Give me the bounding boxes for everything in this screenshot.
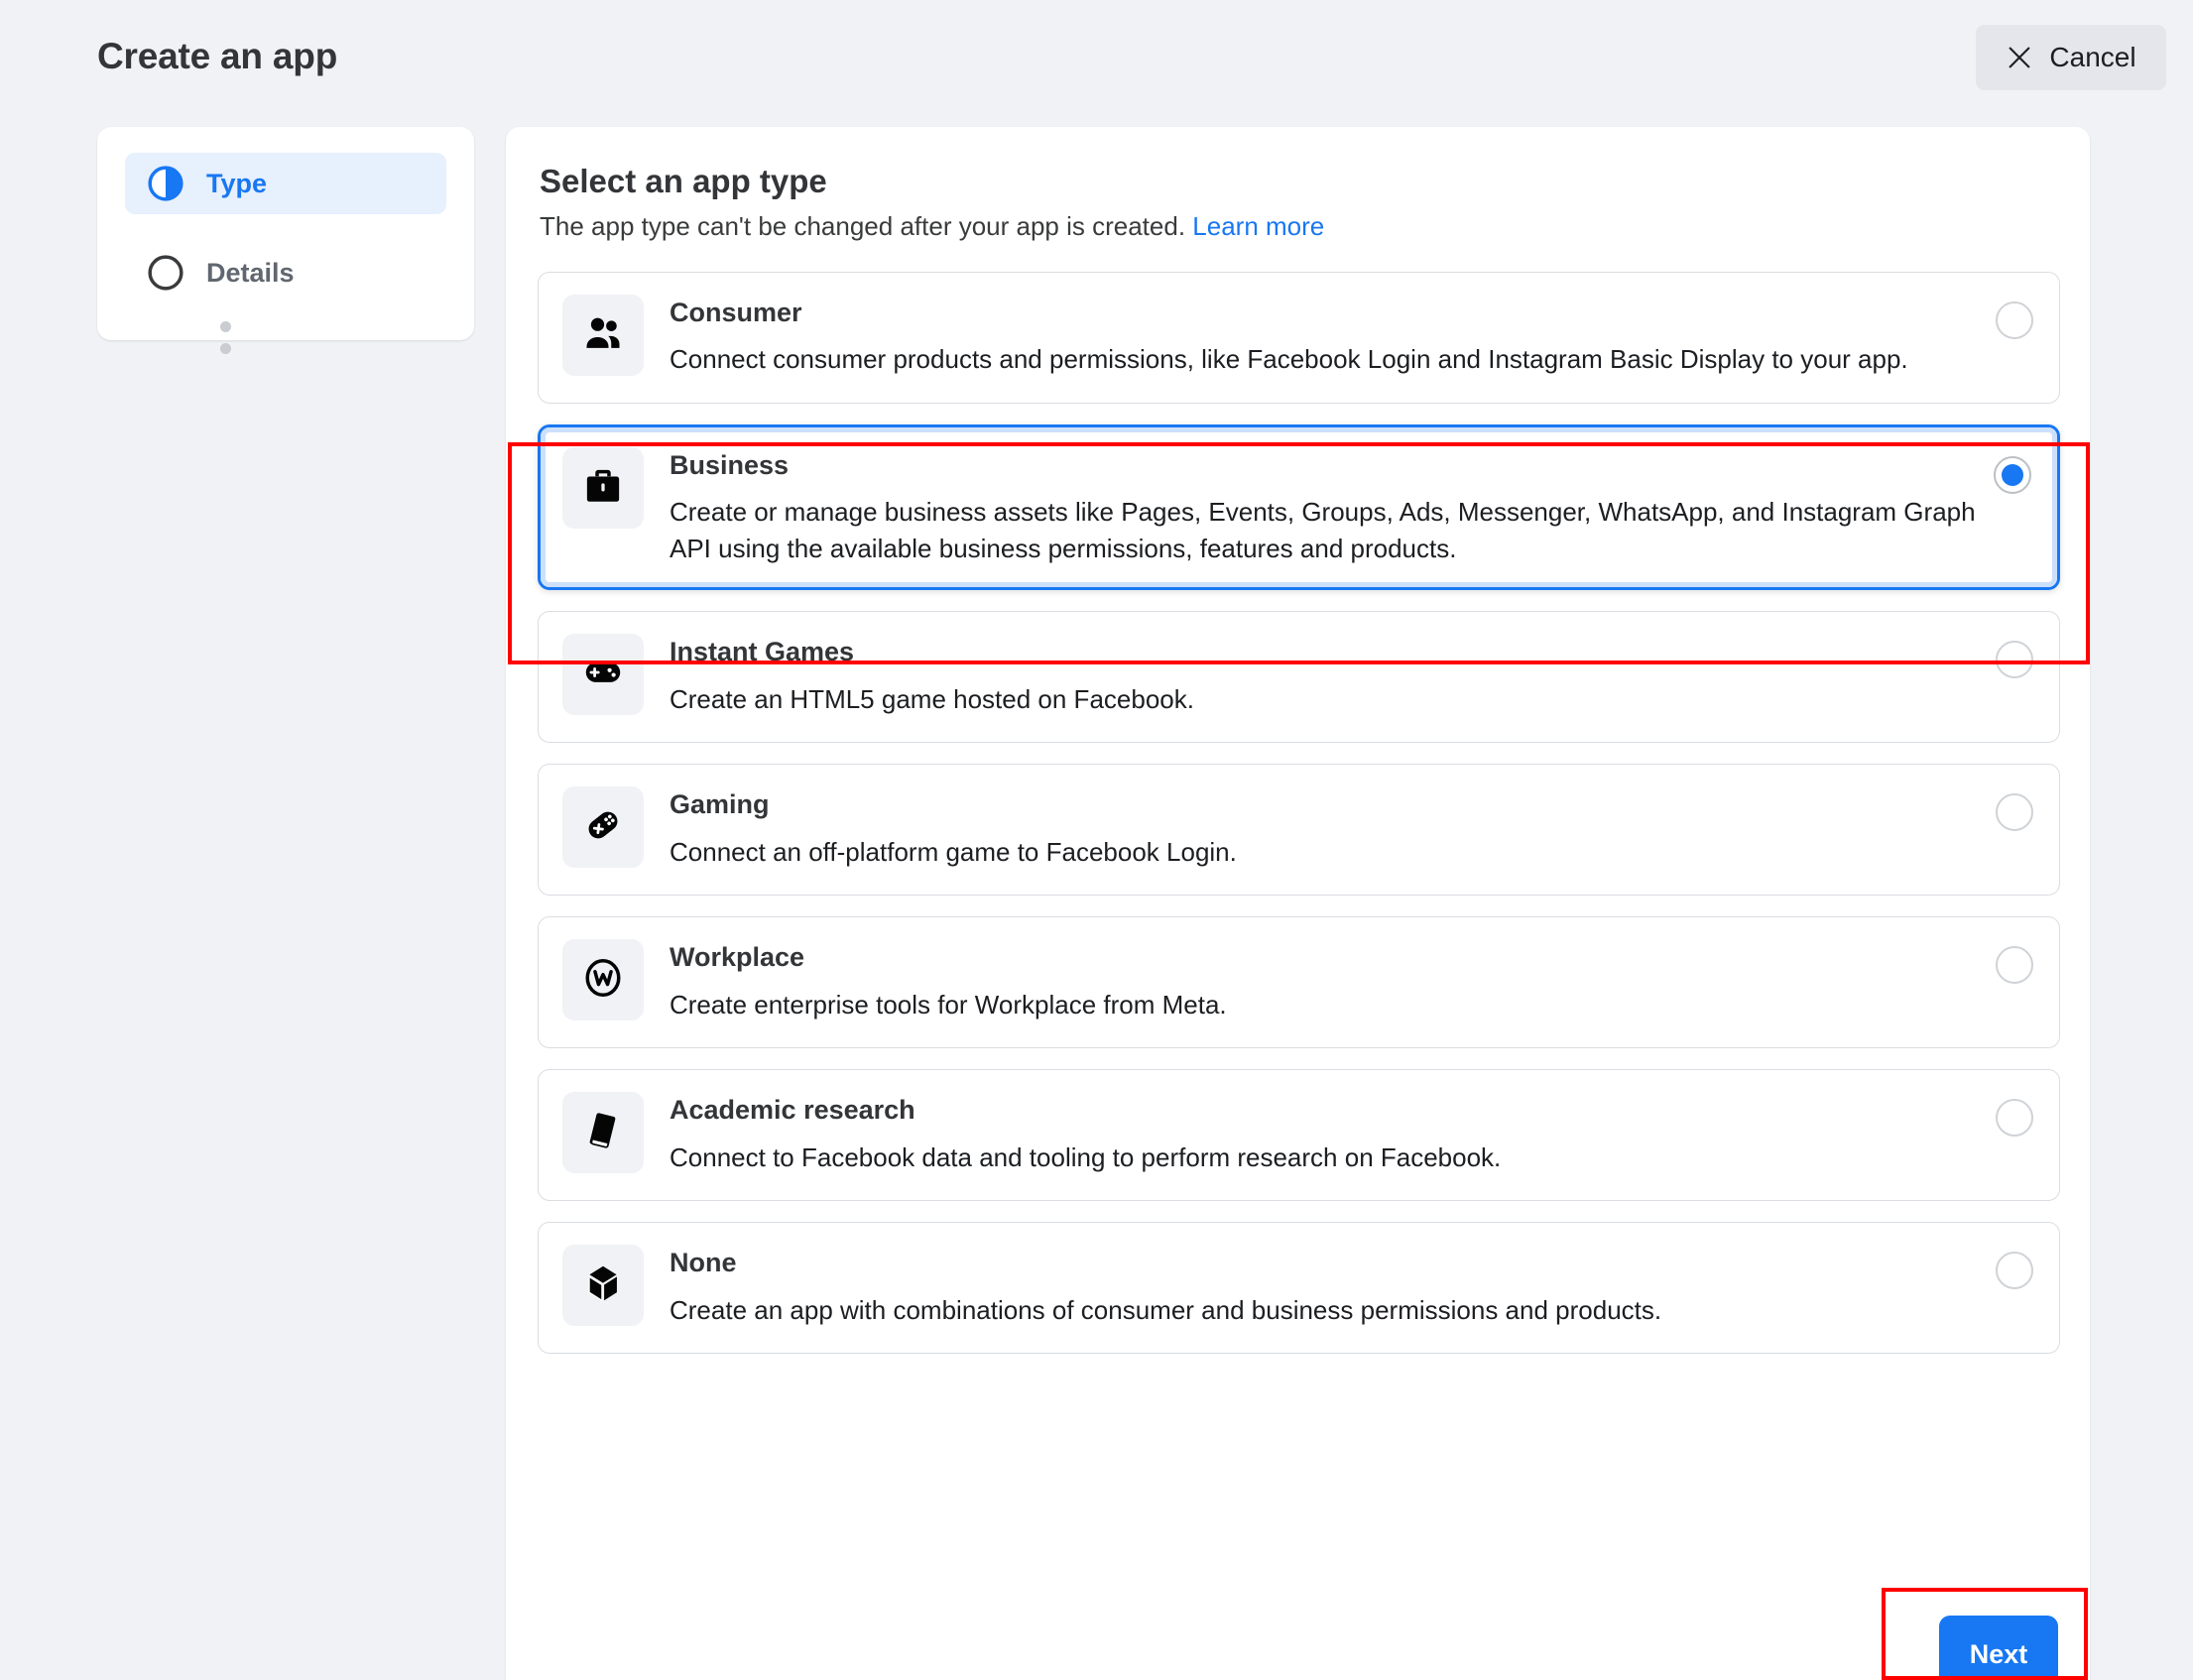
option-thumb: [562, 447, 644, 529]
option-text: Instant Games Create an HTML5 game hoste…: [670, 634, 2035, 717]
option-thumb: [562, 1245, 644, 1326]
option-name: Academic research: [670, 1094, 1976, 1126]
cancel-button-label: Cancel: [2049, 42, 2135, 73]
panel-title: Select an app type: [540, 163, 2058, 200]
empty-circle-icon: [147, 254, 184, 292]
close-icon: [2006, 44, 2033, 71]
next-button[interactable]: Next: [1939, 1616, 2058, 1680]
option-description: Create or manage business assets like Pa…: [670, 494, 1976, 567]
panel-footer: Next: [1939, 1595, 2058, 1680]
app-type-option-list: Consumer Connect consumer products and p…: [538, 272, 2058, 1354]
option-description: Create an HTML5 game hosted on Facebook.: [670, 681, 1976, 718]
page-title: Create an app: [97, 36, 337, 77]
option-row-none[interactable]: None Create an app with combinations of …: [538, 1222, 2060, 1354]
panel-subtitle-text: The app type can't be changed after your…: [540, 211, 1185, 241]
stepper-item-details-label: Details: [206, 258, 295, 289]
half-circle-icon: [147, 165, 184, 202]
option-radio-consumer[interactable]: [1996, 301, 2033, 339]
option-description: Connect an off-platform game to Facebook…: [670, 834, 1976, 871]
book-icon: [581, 1109, 625, 1157]
option-radio-gaming[interactable]: [1996, 793, 2033, 831]
stepper-item-type-label: Type: [206, 169, 267, 199]
option-text: Business Create or manage business asset…: [670, 447, 2035, 567]
option-thumb: [562, 634, 644, 715]
option-radio-workplace[interactable]: [1996, 946, 2033, 984]
option-radio-instant-games[interactable]: [1996, 641, 2033, 678]
option-description: Connect to Facebook data and tooling to …: [670, 1140, 1976, 1176]
option-name: Workplace: [670, 941, 1976, 973]
option-row-instant-games[interactable]: Instant Games Create an HTML5 game hoste…: [538, 611, 2060, 743]
app-type-panel: Select an app type The app type can't be…: [506, 127, 2090, 1680]
option-thumb: [562, 939, 644, 1020]
gamepad-icon: [581, 651, 625, 699]
option-text: Consumer Connect consumer products and p…: [670, 295, 2035, 378]
option-name: Business: [670, 449, 1976, 481]
gaming-controller-icon: [581, 803, 625, 852]
stepper-item-type[interactable]: Type: [125, 153, 446, 214]
option-thumb: [562, 295, 644, 376]
option-text: Academic research Connect to Facebook da…: [670, 1092, 2035, 1175]
option-text: Gaming Connect an off-platform game to F…: [670, 786, 2035, 870]
cancel-button[interactable]: Cancel: [1976, 25, 2166, 90]
option-name: Instant Games: [670, 636, 1976, 667]
option-radio-academic-research[interactable]: [1996, 1099, 2033, 1137]
option-description: Create enterprise tools for Workplace fr…: [670, 987, 1976, 1023]
option-name: Gaming: [670, 788, 1976, 820]
cube-icon: [581, 1261, 625, 1310]
option-text: Workplace Create enterprise tools for Wo…: [670, 939, 2035, 1022]
panel-subtitle: The app type can't be changed after your…: [540, 211, 2058, 242]
stepper-connector: [220, 321, 232, 365]
option-thumb: [562, 786, 644, 868]
option-row-consumer[interactable]: Consumer Connect consumer products and p…: [538, 272, 2060, 404]
option-name: Consumer: [670, 297, 1976, 328]
create-app-page: Create an app Cancel Type: [0, 0, 2193, 1680]
option-name: None: [670, 1247, 1976, 1278]
briefcase-icon: [581, 464, 625, 513]
stepper-item-details[interactable]: Details: [125, 242, 446, 303]
option-radio-none[interactable]: [1996, 1252, 2033, 1289]
learn-more-link[interactable]: Learn more: [1192, 211, 1324, 241]
option-description: Connect consumer products and permission…: [670, 341, 1976, 378]
option-row-workplace[interactable]: Workplace Create enterprise tools for Wo…: [538, 916, 2060, 1048]
people-icon: [581, 311, 625, 360]
option-thumb: [562, 1092, 644, 1173]
option-radio-business[interactable]: [1994, 456, 2031, 494]
option-row-academic-research[interactable]: Academic research Connect to Facebook da…: [538, 1069, 2060, 1201]
option-row-gaming[interactable]: Gaming Connect an off-platform game to F…: [538, 764, 2060, 896]
option-description: Create an app with combinations of consu…: [670, 1292, 1976, 1329]
option-row-business[interactable]: Business Create or manage business asset…: [538, 424, 2060, 590]
workplace-w-icon: [581, 956, 625, 1005]
stepper-card: Type Details: [97, 127, 474, 340]
option-text: None Create an app with combinations of …: [670, 1245, 2035, 1328]
